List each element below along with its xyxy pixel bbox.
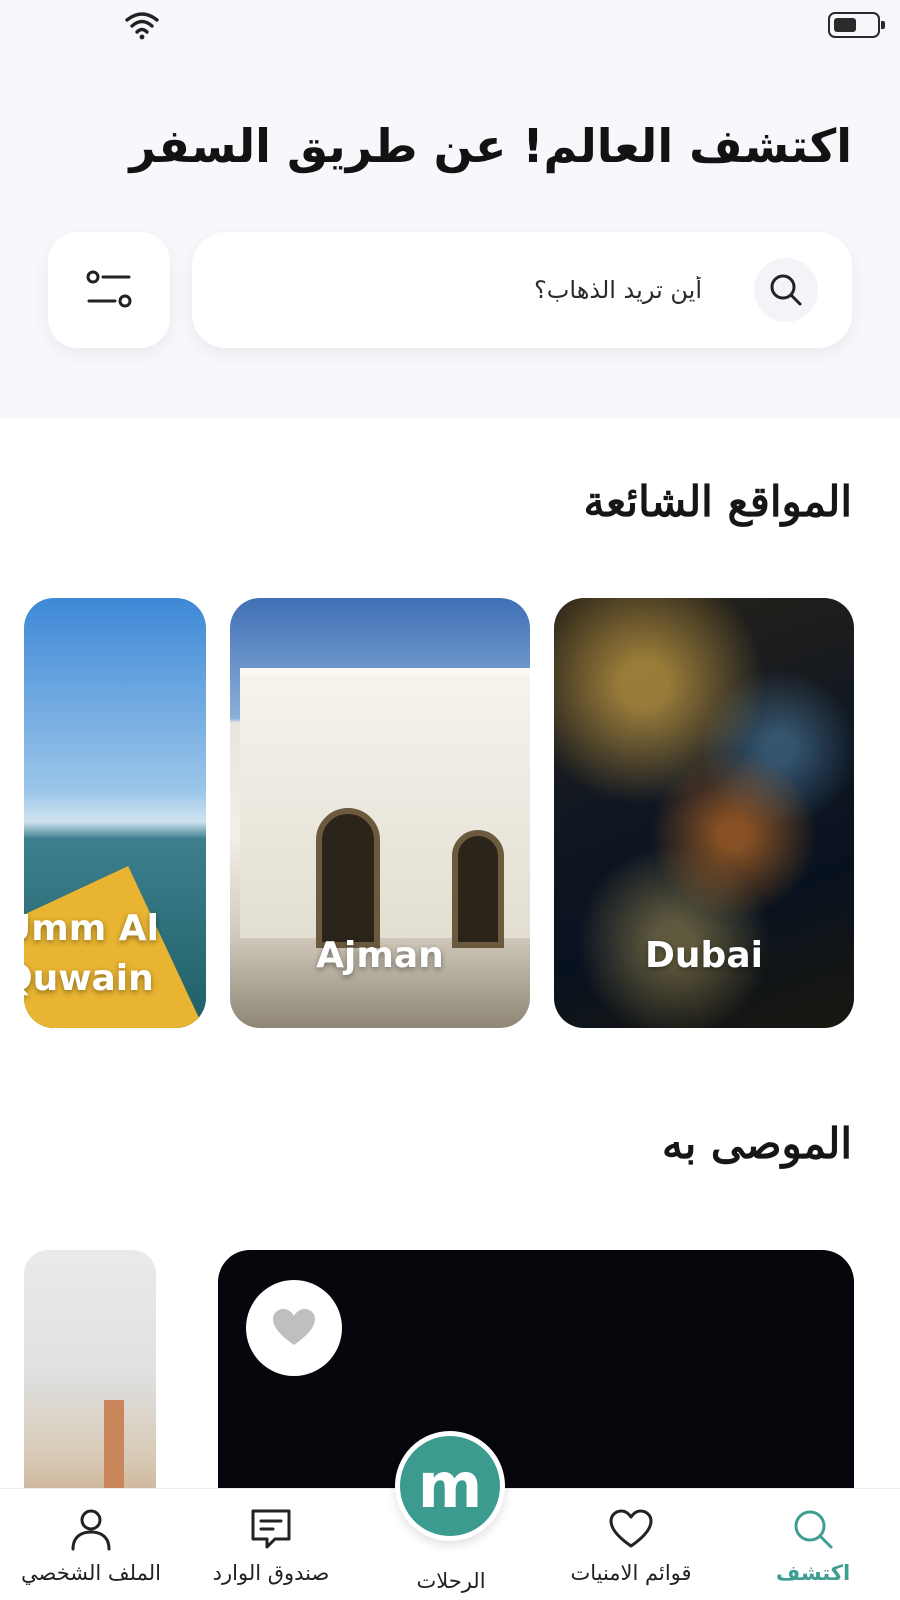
nav-item-wishlists[interactable]: قوائم الامنيات: [546, 1489, 716, 1600]
heart-icon: [273, 1309, 315, 1345]
search-input[interactable]: [322, 262, 702, 318]
heart-icon: [609, 1509, 653, 1548]
status-bar: [0, 0, 900, 46]
bottom-navigation: اكتشف قوائم الامنيات m الرحلات صندوق الو…: [0, 1431, 900, 1600]
destination-card-label: Dubai: [645, 935, 763, 976]
m-logo-icon[interactable]: m: [395, 1431, 505, 1541]
search-icon: [794, 1510, 833, 1549]
destination-card-label: Ajman: [316, 935, 444, 976]
search-bar[interactable]: [192, 232, 852, 348]
nav-item-inbox[interactable]: صندوق الوارد: [186, 1489, 356, 1600]
sliders-icon: [86, 270, 132, 308]
header-area: [0, 0, 900, 418]
search-button[interactable]: [754, 258, 818, 322]
user-icon: [71, 1509, 111, 1551]
section-title-recommended: الموصى به: [662, 1119, 852, 1168]
destination-card-dubai[interactable]: Dubai: [554, 598, 854, 1028]
battery-icon: [828, 12, 885, 38]
wifi-icon: [125, 12, 159, 40]
nav-label: اكتشف: [775, 1561, 851, 1585]
arch-image: [452, 830, 504, 948]
nav-label: الملف الشخصي: [21, 1561, 161, 1585]
arch-image: [316, 808, 380, 948]
nav-item-trips[interactable]: m الرحلات: [366, 1431, 536, 1600]
section-title-popular: المواقع الشائعة: [583, 477, 852, 526]
page-title: اكتشف العالم! عن طريق السفر: [129, 119, 852, 173]
nav-label: صندوق الوارد: [212, 1561, 330, 1585]
destination-card-label: Umm Al Quwain: [24, 908, 159, 999]
nav-item-profile[interactable]: الملف الشخصي: [6, 1489, 176, 1600]
message-icon: [251, 1509, 291, 1549]
nav-item-explore[interactable]: اكتشف: [728, 1489, 898, 1600]
filter-button[interactable]: [48, 232, 170, 348]
search-icon: [770, 274, 802, 306]
favorite-button[interactable]: [246, 1280, 342, 1376]
nav-label: قوائم الامنيات: [570, 1561, 692, 1585]
nav-label: الرحلات: [416, 1569, 486, 1593]
destination-card-umm-al-quwain[interactable]: Umm Al Quwain: [24, 598, 206, 1028]
destination-card-ajman[interactable]: Ajman: [230, 598, 530, 1028]
